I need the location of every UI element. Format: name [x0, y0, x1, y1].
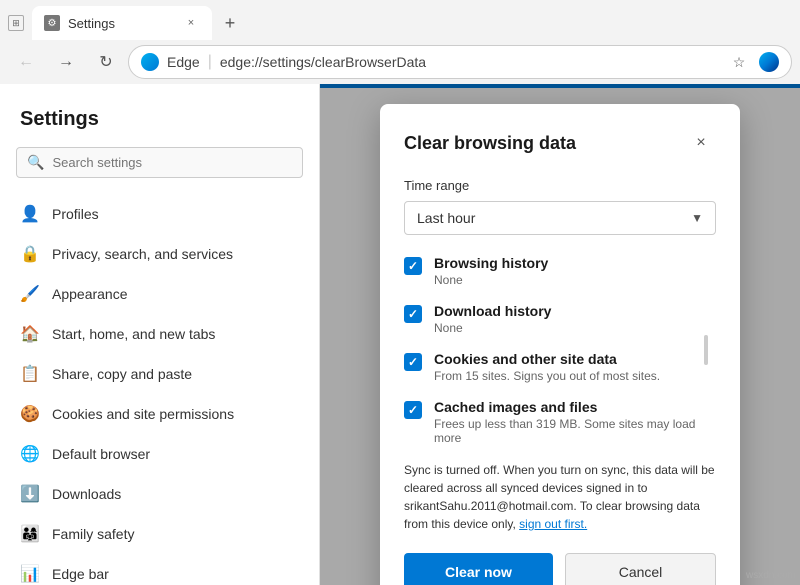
tab-bar: ⊞ ⚙ Settings × +	[0, 0, 800, 40]
browsing-history-desc: None	[434, 273, 548, 287]
cookies-label: Cookies and other site data	[434, 351, 660, 367]
browsing-history-checkbox[interactable]	[404, 257, 422, 275]
cookies-checkbox[interactable]	[404, 353, 422, 371]
sidebar-item-share[interactable]: 📋 Share, copy and paste	[0, 354, 319, 394]
clear-now-button[interactable]: Clear now	[404, 553, 553, 585]
clear-browsing-data-modal: Clear browsing data × Time range Last ho…	[380, 104, 740, 585]
sidebar-item-label-appearance: Appearance	[52, 286, 128, 302]
sidebar-item-label-profiles: Profiles	[52, 206, 99, 222]
sidebar-item-label-default-browser: Default browser	[52, 446, 150, 462]
check-item-download-history: Download history None	[404, 303, 716, 335]
sidebar-item-label-share: Share, copy and paste	[52, 366, 192, 382]
sidebar-item-default-browser[interactable]: 🌐 Default browser	[0, 434, 319, 474]
cached-content: Cached images and files Frees up less th…	[434, 399, 716, 445]
sign-out-link[interactable]: sign out first.	[519, 517, 587, 531]
sidebar-item-downloads[interactable]: ⬇️ Downloads	[0, 474, 319, 514]
time-range-value: Last hour	[417, 210, 475, 226]
tab-nav-left: ⊞	[8, 15, 24, 31]
sidebar-item-profiles[interactable]: 👤 Profiles	[0, 194, 319, 234]
cached-checkbox[interactable]	[404, 401, 422, 419]
downloads-icon: ⬇️	[20, 484, 40, 504]
forward-button[interactable]: →	[48, 44, 84, 80]
modal-close-button[interactable]: ×	[686, 128, 716, 158]
time-range-dropdown[interactable]: Last hour ▼	[404, 201, 716, 235]
check-items-container: Browsing history None Download history N…	[404, 255, 716, 445]
search-input[interactable]	[52, 155, 292, 170]
address-icons: ☆	[725, 48, 779, 76]
download-history-desc: None	[434, 321, 551, 335]
settings-tab[interactable]: ⚙ Settings ×	[32, 6, 212, 40]
check-item-browsing-history: Browsing history None	[404, 255, 716, 287]
sidebar-item-label-cookies: Cookies and site permissions	[52, 406, 234, 422]
privacy-icon: 🔒	[20, 244, 40, 264]
cookies-content: Cookies and other site data From 15 site…	[434, 351, 660, 383]
back-button[interactable]: ←	[8, 44, 44, 80]
sidebar-item-label-start: Start, home, and new tabs	[52, 326, 215, 342]
sidebar-item-start[interactable]: 🏠 Start, home, and new tabs	[0, 314, 319, 354]
dropdown-arrow-icon: ▼	[691, 211, 703, 225]
main-layout: Settings 🔍 👤 Profiles 🔒 Privacy, search,…	[0, 84, 800, 585]
profiles-icon: 👤	[20, 204, 40, 224]
browsing-history-label: Browsing history	[434, 255, 548, 271]
sidebar-item-cookies[interactable]: 🍪 Cookies and site permissions	[0, 394, 319, 434]
download-history-label: Download history	[434, 303, 551, 319]
start-icon: 🏠	[20, 324, 40, 344]
time-range-label: Time range	[404, 178, 716, 193]
sidebar-item-family[interactable]: 👨‍👩‍👧 Family safety	[0, 514, 319, 554]
download-history-checkbox[interactable]	[404, 305, 422, 323]
sidebar-title: Settings	[0, 100, 319, 147]
sidebar-item-label-edge-bar: Edge bar	[52, 566, 109, 582]
tab-title: Settings	[68, 16, 174, 31]
sidebar: Settings 🔍 👤 Profiles 🔒 Privacy, search,…	[0, 84, 320, 585]
new-tab-button[interactable]: +	[216, 9, 244, 37]
favorites-button[interactable]: ☆	[725, 48, 753, 76]
cached-desc: Frees up less than 319 MB. Some sites ma…	[434, 417, 716, 445]
modal-title: Clear browsing data	[404, 133, 576, 154]
check-item-cookies: Cookies and other site data From 15 site…	[404, 351, 716, 383]
family-icon: 👨‍👩‍👧	[20, 524, 40, 544]
content-area: Clear browsing data × Time range Last ho…	[320, 84, 800, 585]
edge-small-logo	[141, 53, 159, 71]
address-separator: |	[208, 53, 212, 71]
share-icon: 📋	[20, 364, 40, 384]
modal-overlay: Clear browsing data × Time range Last ho…	[320, 84, 800, 585]
appearance-icon: 🖌️	[20, 284, 40, 304]
address-edge-label: Edge	[167, 54, 200, 70]
refresh-button[interactable]: ↻	[88, 44, 124, 80]
tab-close-button[interactable]: ×	[182, 14, 200, 32]
tab-nav-prev: ⊞	[8, 15, 24, 31]
sidebar-item-label-downloads: Downloads	[52, 486, 121, 502]
sidebar-item-label-family: Family safety	[52, 526, 134, 542]
watermark: wsxdn.com	[746, 570, 796, 581]
edge-logo-button[interactable]	[759, 52, 779, 72]
sync-text: Sync is turned off. When you turn on syn…	[404, 461, 716, 533]
modal-scrollbar[interactable]	[704, 335, 708, 365]
browsing-history-content: Browsing history None	[434, 255, 548, 287]
cancel-button[interactable]: Cancel	[565, 553, 716, 585]
tab-settings-icon: ⚙	[44, 15, 60, 31]
address-bar-row: ← → ↻ Edge | edge://settings/clearBrowse…	[0, 40, 800, 84]
cookies-desc: From 15 sites. Signs you out of most sit…	[434, 369, 660, 383]
search-icon: 🔍	[27, 154, 44, 171]
sidebar-item-edge-bar[interactable]: 📊 Edge bar	[0, 554, 319, 585]
browser-chrome: ⊞ ⚙ Settings × + ← → ↻ Edge | edge://set…	[0, 0, 800, 84]
sidebar-item-privacy[interactable]: 🔒 Privacy, search, and services	[0, 234, 319, 274]
search-box[interactable]: 🔍	[16, 147, 303, 178]
modal-header: Clear browsing data ×	[404, 128, 716, 158]
download-history-content: Download history None	[434, 303, 551, 335]
sidebar-item-label-privacy: Privacy, search, and services	[52, 246, 233, 262]
check-item-cached: Cached images and files Frees up less th…	[404, 399, 716, 445]
cookies-icon: 🍪	[20, 404, 40, 424]
modal-actions: Clear now Cancel	[404, 553, 716, 585]
default-browser-icon: 🌐	[20, 444, 40, 464]
address-bar[interactable]: Edge | edge://settings/clearBrowserData …	[128, 45, 792, 79]
edge-bar-icon: 📊	[20, 564, 40, 584]
sidebar-item-appearance[interactable]: 🖌️ Appearance	[0, 274, 319, 314]
cached-label: Cached images and files	[434, 399, 716, 415]
address-url: edge://settings/clearBrowserData	[220, 54, 717, 70]
